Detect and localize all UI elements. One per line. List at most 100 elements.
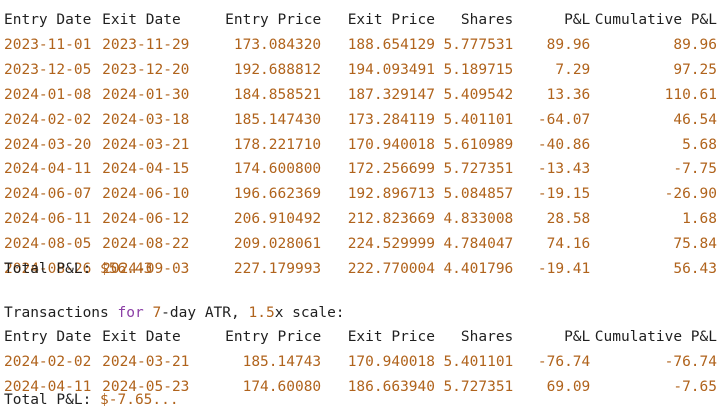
heading-suffix: x scale: [274, 305, 345, 321]
heading-keyword: for [117, 305, 144, 321]
exit-price: 194.093491 [347, 61, 435, 78]
header-cumulative-pnl: Cumulative P&L [594, 329, 717, 345]
exit-price: 188.654129 [347, 36, 435, 53]
pnl: 7.29 [555, 61, 591, 78]
table-row: 2024-06-07 2024-06-10 196.662369 192.896… [4, 182, 717, 207]
total-pnl-label: Total P&L: [4, 261, 101, 277]
shares: 5.777531 [443, 36, 514, 53]
header-shares: Shares [460, 12, 514, 28]
header-entry-date: Entry Date [4, 329, 92, 345]
pnl: -40.86 [537, 136, 591, 153]
shares: 5.727351 [443, 161, 514, 178]
cumulative-pnl: 56.43 [673, 261, 717, 278]
heading-scale: 1.5 [248, 305, 275, 321]
heading-prefix: Transactions [4, 305, 118, 321]
exit-price: 224.529999 [347, 236, 435, 253]
exit-date: 2024-04-15 [102, 161, 190, 178]
header-exit-price: Exit Price [347, 12, 435, 28]
header-cumulative-pnl: Cumulative P&L [594, 12, 717, 28]
pnl: 28.58 [546, 211, 591, 228]
exit-price: 170.940018 [347, 136, 435, 153]
table-row: 2024-02-02 2024-03-18 185.147430 173.284… [4, 108, 717, 133]
table-row: 2024-01-08 2024-01-30 184.858521 187.329… [4, 83, 717, 108]
shares: 5.401101 [443, 353, 514, 370]
header-shares: Shares [460, 329, 514, 345]
header-exit-price: Exit Price [347, 329, 435, 345]
cumulative-pnl: 5.68 [682, 136, 717, 153]
shares: 5.610989 [443, 136, 514, 153]
exit-date: 2024-03-18 [102, 111, 190, 128]
header-pnl: P&L [564, 329, 591, 345]
header-exit-date: Exit Date [102, 329, 181, 345]
heading-period: 7 [152, 305, 162, 321]
entry-price: 206.910492 [233, 211, 322, 228]
exit-price: 172.256699 [347, 161, 435, 178]
exit-date: 2024-03-21 [102, 136, 190, 153]
table-row: 2024-03-20 2024-03-21 178.221710 170.940… [4, 133, 717, 158]
total-pnl-line-atr: Total P&L: $-7.65... [4, 388, 179, 413]
total-pnl-line: Total P&L: $56.43 [4, 257, 152, 282]
transactions-table: Entry Date Exit Date Entry Price Exit Pr… [4, 8, 717, 282]
entry-price: 173.084320 [233, 36, 322, 53]
entry-price: 185.147430 [233, 111, 322, 128]
total-pnl-value: $56.43 [100, 261, 153, 277]
total-pnl-value: $-7.65... [100, 392, 179, 408]
shares: 5.084857 [443, 186, 514, 203]
header-entry-price: Entry Price [225, 12, 322, 28]
shares: 5.727351 [443, 378, 514, 395]
entry-price: 174.600800 [233, 161, 322, 178]
shares: 5.401101 [443, 111, 514, 128]
table-row: 2024-08-05 2024-08-22 209.028061 224.529… [4, 232, 717, 257]
entry-date: 2024-08-05 [4, 236, 92, 253]
entry-price: 227.179993 [233, 261, 322, 278]
exit-price: 222.770004 [347, 261, 435, 278]
entry-date: 2024-06-07 [4, 186, 92, 203]
entry-date: 2024-06-11 [4, 211, 92, 228]
pnl: -64.07 [537, 111, 591, 128]
entry-price: 184.858521 [233, 86, 322, 103]
entry-date: 2024-02-02 [4, 353, 92, 370]
exit-price: 192.896713 [347, 186, 435, 203]
section-heading: Transactions for 7-day ATR, 1.5x scale: [4, 301, 345, 326]
exit-date: 2024-06-12 [102, 211, 190, 228]
cumulative-pnl: 75.84 [673, 236, 717, 253]
pnl: 13.36 [546, 86, 591, 103]
pnl: -13.43 [537, 161, 591, 178]
cumulative-pnl: -76.74 [664, 353, 717, 370]
entry-date: 2023-12-05 [4, 61, 92, 78]
entry-date: 2024-03-20 [4, 136, 92, 153]
cumulative-pnl: -7.75 [673, 161, 717, 178]
shares: 4.833008 [443, 211, 514, 228]
pnl: 89.96 [546, 36, 591, 53]
table-row: 2024-06-11 2024-06-12 206.910492 212.823… [4, 207, 717, 232]
heading-mid: -day ATR, [161, 305, 249, 321]
exit-price: 173.284119 [347, 111, 435, 128]
cumulative-pnl: -7.65 [673, 378, 717, 395]
cumulative-pnl: 46.54 [673, 111, 717, 128]
shares: 5.189715 [443, 61, 514, 78]
exit-date: 2024-01-30 [102, 86, 190, 103]
entry-price: 192.688812 [233, 61, 322, 78]
cumulative-pnl: 97.25 [673, 61, 717, 78]
console-output: Entry Date Exit Date Entry Price Exit Pr… [0, 0, 717, 415]
table-row: 2024-02-02 2024-03-21 185.14743 170.9400… [4, 350, 717, 375]
header-entry-date: Entry Date [4, 12, 92, 28]
cumulative-pnl: 1.68 [682, 211, 717, 228]
cumulative-pnl: 110.61 [664, 86, 717, 103]
entry-price: 209.028061 [233, 236, 322, 253]
entry-date: 2024-01-08 [4, 86, 92, 103]
entry-price: 174.60080 [242, 378, 322, 395]
header-exit-date: Exit Date [102, 12, 181, 28]
exit-date: 2024-06-10 [102, 186, 190, 203]
cumulative-pnl: 89.96 [673, 36, 717, 53]
exit-date: 2024-08-22 [102, 236, 190, 253]
header-entry-price: Entry Price [225, 329, 322, 345]
exit-date: 2024-03-21 [102, 353, 190, 370]
table-row: 2023-11-01 2023-11-29 173.084320 188.654… [4, 33, 717, 58]
pnl: 74.16 [546, 236, 591, 253]
cumulative-pnl: -26.90 [664, 186, 717, 203]
exit-date: 2023-11-29 [102, 36, 190, 53]
table-row: 2023-12-05 2023-12-20 192.688812 194.093… [4, 58, 717, 83]
exit-price: 186.663940 [347, 378, 435, 395]
total-pnl-label: Total P&L: [4, 392, 101, 408]
